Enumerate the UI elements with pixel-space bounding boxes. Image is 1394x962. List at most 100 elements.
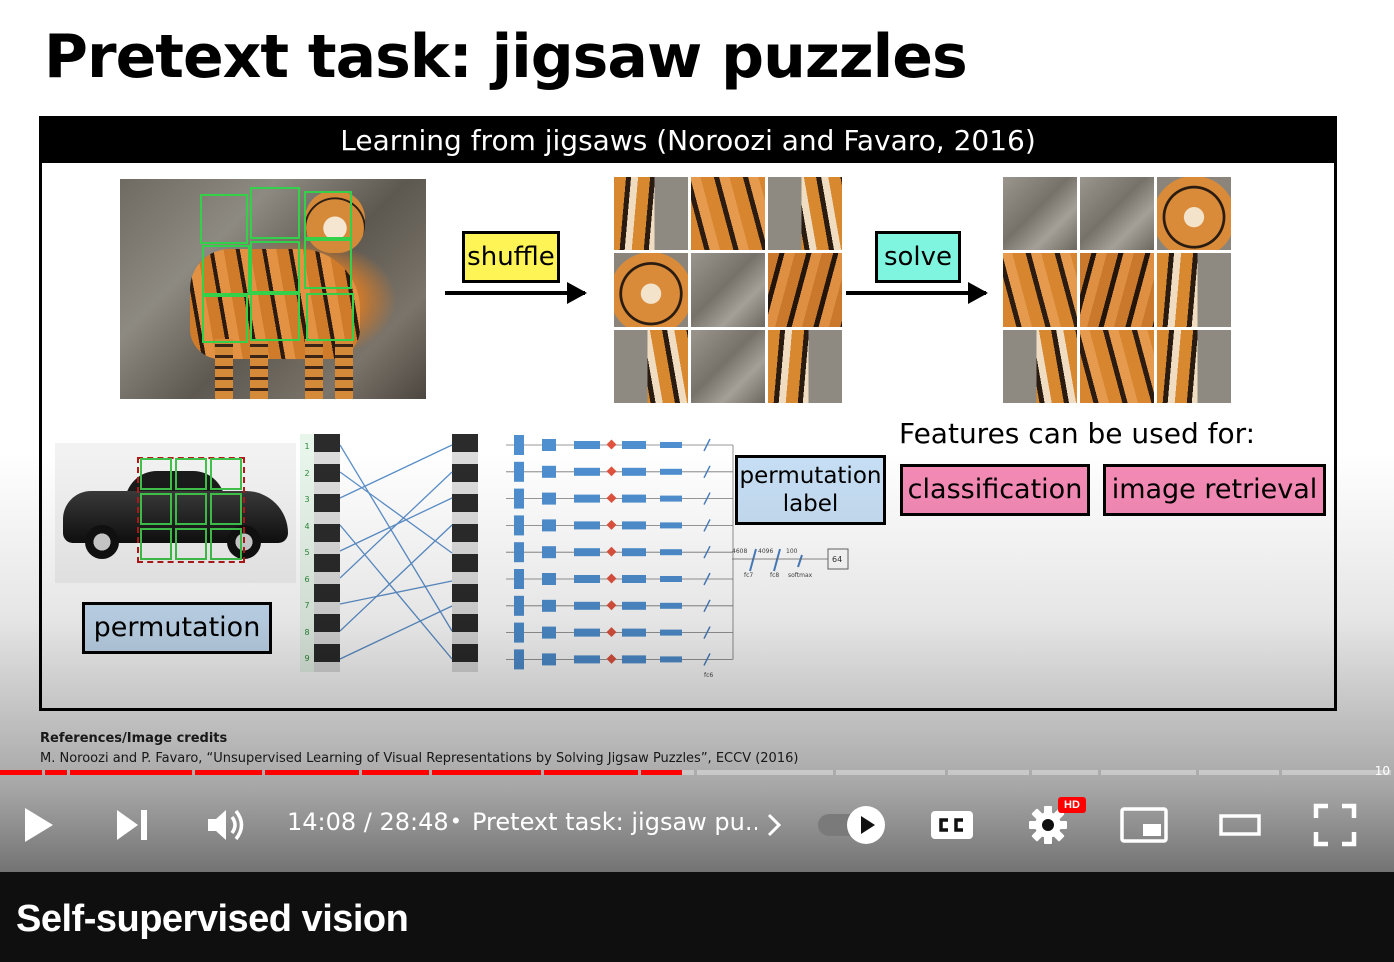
shared-weights-marker xyxy=(606,600,617,611)
network-layer-block xyxy=(542,599,556,612)
progress-segment[interactable] xyxy=(1031,770,1099,775)
network-layer-block xyxy=(514,569,524,589)
shared-weights-marker xyxy=(606,493,617,504)
shuffled-tiles xyxy=(614,177,842,403)
network-layer-block xyxy=(660,522,682,529)
progress-segment[interactable] xyxy=(836,770,945,775)
captions-icon xyxy=(931,811,973,839)
network-layer-block xyxy=(660,602,682,609)
network-row xyxy=(506,649,733,670)
input-tiles-strip xyxy=(314,434,340,672)
fullscreen-icon xyxy=(1313,803,1357,847)
network-layer-block xyxy=(574,521,600,530)
shuffle-label: shuffle xyxy=(462,231,560,283)
network-layer-block xyxy=(514,622,524,643)
shared-weights-marker xyxy=(606,466,617,477)
network-row xyxy=(506,542,733,563)
play-button[interactable] xyxy=(18,803,58,847)
autoplay-toggle-icon xyxy=(818,806,885,844)
network-row xyxy=(506,515,733,536)
network-layer-block xyxy=(542,439,556,451)
network-layer-block xyxy=(622,548,646,557)
references-heading: References/Image credits xyxy=(40,731,228,746)
next-icon xyxy=(117,810,147,840)
shared-weights-marker xyxy=(606,439,617,450)
progress-bar[interactable] xyxy=(0,770,1394,775)
network-layer-block xyxy=(660,468,682,475)
time-current: 14:08 xyxy=(287,808,357,836)
hd-badge: HD xyxy=(1058,797,1086,813)
network-row xyxy=(506,435,733,455)
network-layer-block xyxy=(542,492,556,505)
svg-text:100: 100 xyxy=(786,548,798,555)
tiger-source-image xyxy=(120,179,426,399)
video-title: Self-supervised vision xyxy=(16,898,409,940)
shared-weights-marker xyxy=(606,653,617,664)
next-button[interactable] xyxy=(112,805,152,845)
chapter-chevron-button[interactable] xyxy=(762,810,786,840)
progress-played xyxy=(362,770,430,775)
reference-text: M. Noroozi and P. Favaro, “Unsupervised … xyxy=(40,751,799,766)
network-layer-block xyxy=(542,519,556,532)
play-icon xyxy=(25,808,53,842)
network-layer-block xyxy=(622,628,646,637)
fc-layers-diagram: 4608 4096 100 fc7 fc8 softmax 64 xyxy=(732,548,849,579)
volume-button[interactable] xyxy=(203,803,249,847)
shared-weights-marker xyxy=(606,519,617,530)
network-row xyxy=(506,569,733,589)
captions-button[interactable] xyxy=(928,806,976,844)
slide-title: Pretext task: jigsaw puzzles xyxy=(44,22,968,92)
network-layer-block xyxy=(514,515,524,536)
svg-text:64: 64 xyxy=(832,555,842,564)
theater-icon xyxy=(1219,814,1261,836)
network-layer-block xyxy=(660,549,682,556)
network-layer-block xyxy=(542,573,556,585)
solve-label: solve xyxy=(875,231,961,283)
progress-segment[interactable] xyxy=(947,770,1029,775)
progress-played xyxy=(543,770,639,775)
chevron-right-icon xyxy=(767,813,782,837)
network-layer-block xyxy=(622,467,646,476)
progress-played xyxy=(0,770,42,775)
miniplayer-button[interactable] xyxy=(1118,804,1170,846)
progress-segment[interactable] xyxy=(1198,770,1280,775)
time-total: 28:48 xyxy=(379,808,449,836)
network-layer-block xyxy=(660,576,682,582)
image-retrieval-label: image retrieval xyxy=(1103,464,1326,516)
video-frame[interactable]: Pretext task: jigsaw puzzles Learning fr… xyxy=(0,0,1394,872)
svg-text:softmax: softmax xyxy=(788,572,813,579)
separator-dot: • xyxy=(452,808,460,833)
fullscreen-button[interactable] xyxy=(1310,801,1360,849)
permutation-label: permutation xyxy=(82,602,272,654)
progress-segment[interactable] xyxy=(697,770,834,775)
network-row xyxy=(506,461,733,482)
theater-mode-button[interactable] xyxy=(1216,806,1264,844)
progress-played xyxy=(44,770,67,775)
network-layer-block xyxy=(660,495,682,502)
autoplay-toggle[interactable] xyxy=(815,805,889,845)
chapter-count: 10 xyxy=(1374,764,1390,778)
svg-text:fc7: fc7 xyxy=(744,572,753,579)
chapter-title[interactable]: Pretext task: jigsaw pu... xyxy=(472,808,757,836)
network-row xyxy=(506,488,733,509)
slide-figure: Learning from jigsaws (Noroozi and Favar… xyxy=(39,116,1337,711)
network-layer-block xyxy=(622,601,646,610)
classification-label: classification xyxy=(900,464,1090,516)
tile-index-column: 123 456 789 xyxy=(300,434,314,672)
progress-played xyxy=(195,770,262,775)
references: References/Image credits M. Noroozi and … xyxy=(40,731,798,766)
network-layer-block xyxy=(574,628,600,637)
shuffle-arrow xyxy=(445,282,587,304)
network-layer-block xyxy=(574,575,600,583)
network-layer-block xyxy=(660,629,682,636)
progress-segment[interactable] xyxy=(1101,770,1196,775)
network-layer-block xyxy=(574,655,600,664)
network-layer-block xyxy=(660,656,682,663)
network-layer-block xyxy=(660,442,682,448)
network-layer-block xyxy=(514,461,524,482)
permuted-tiles-strip xyxy=(452,434,478,672)
shared-weights-marker xyxy=(606,573,617,584)
network-layer-block xyxy=(542,626,556,639)
network-layer-block xyxy=(514,649,524,670)
network-layer-block xyxy=(574,548,600,557)
